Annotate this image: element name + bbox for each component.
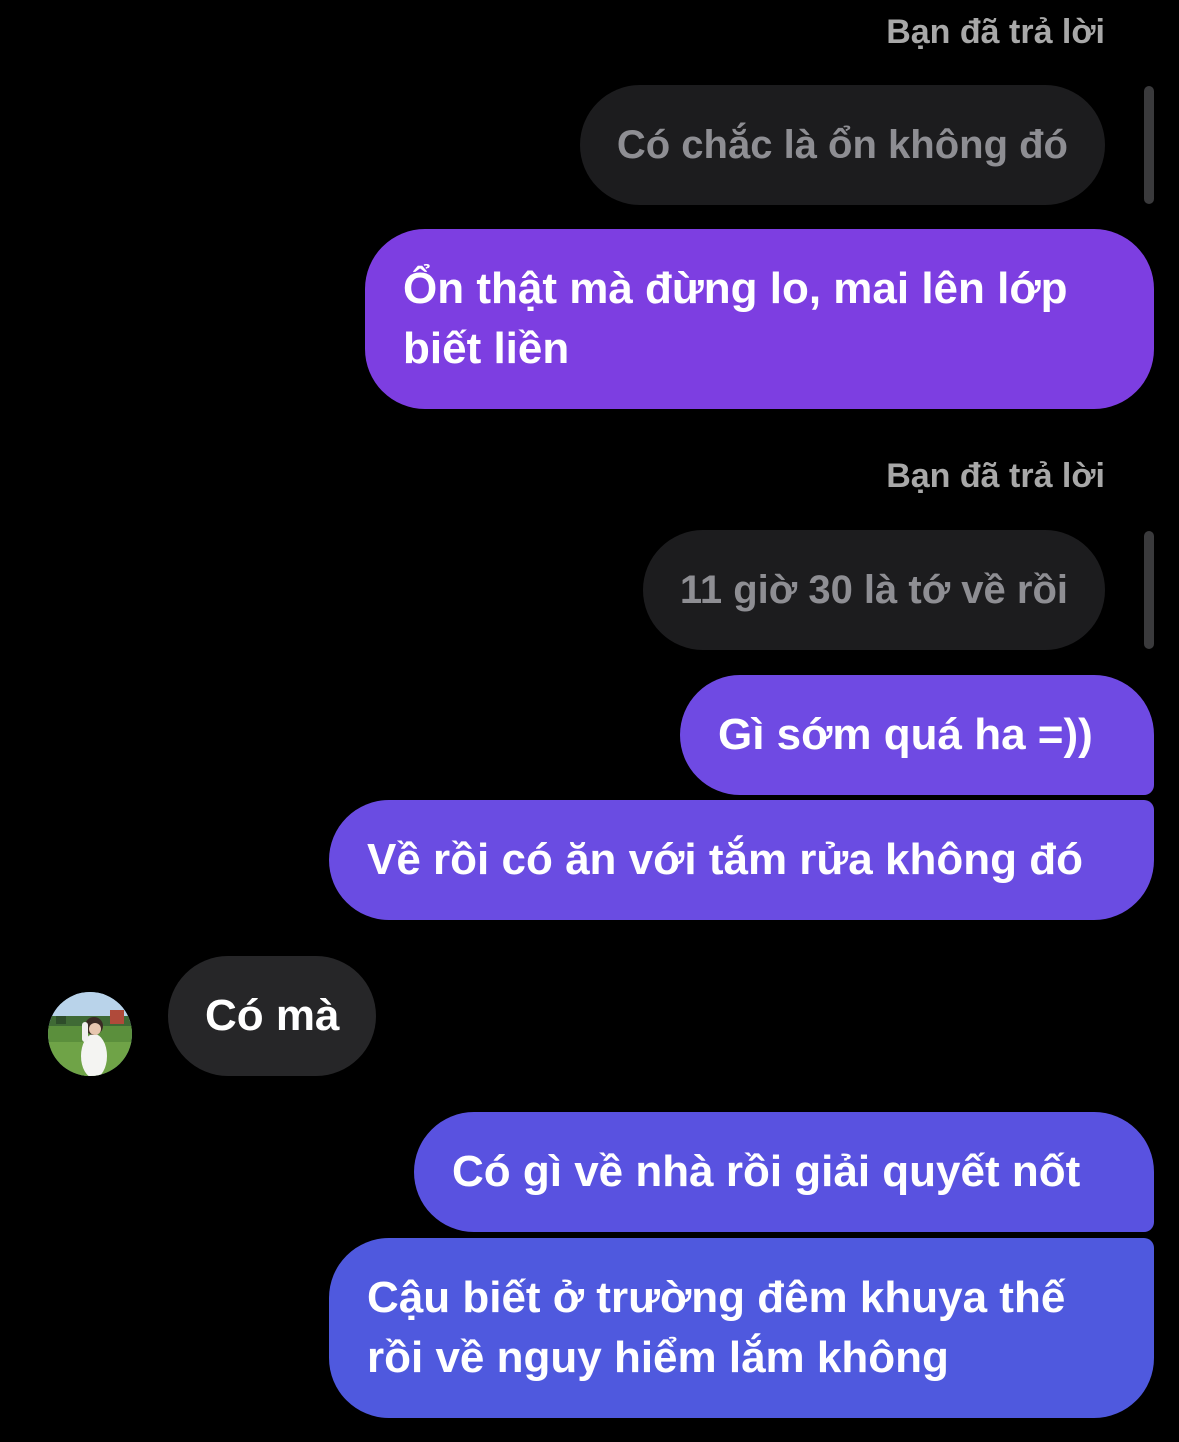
reply-indicator-bar — [1144, 531, 1154, 649]
outgoing-message[interactable]: Có gì về nhà rồi giải quyết nốt — [414, 1112, 1154, 1232]
message-text-line: biết liền — [403, 324, 570, 373]
reply-indicator-bar — [1144, 86, 1154, 204]
message-text-line: rồi về nguy hiểm lắm không — [367, 1333, 949, 1382]
reply-label: Bạn đã trả lời — [886, 13, 1105, 51]
outgoing-message[interactable]: Cậu biết ở trường đêm khuya thế rồi về n… — [329, 1238, 1154, 1418]
outgoing-message[interactable]: Gì sớm quá ha =)) — [680, 675, 1154, 795]
outgoing-message[interactable]: Ổn thật mà đừng lo, mai lên lớp biết liề… — [365, 229, 1154, 409]
quoted-message[interactable]: 11 giờ 30 là tớ về rồi — [642, 530, 1105, 650]
message-text-line: Ổn thật mà đừng lo, mai lên lớp — [403, 264, 1068, 313]
message-text-line: Cậu biết ở trường đêm khuya thế — [367, 1273, 1066, 1322]
incoming-message[interactable]: Có mà — [168, 956, 377, 1076]
quoted-message[interactable]: Có chắc là ổn không đó — [579, 85, 1105, 205]
outgoing-message[interactable]: Về rồi có ăn với tắm rửa không đó — [329, 800, 1154, 920]
contact-avatar[interactable] — [48, 992, 132, 1076]
avatar-photo-icon — [48, 992, 132, 1076]
reply-label: Bạn đã trả lời — [886, 457, 1105, 495]
